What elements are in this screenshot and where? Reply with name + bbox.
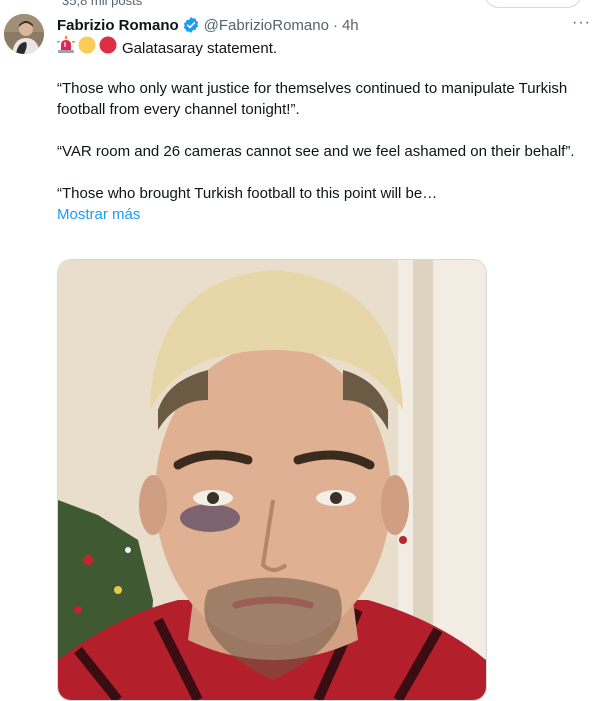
- ellipsis-icon[interactable]: ···: [572, 14, 591, 32]
- separator-dot: ·: [332, 16, 338, 34]
- follow-button[interactable]: [484, 0, 582, 8]
- red-circle-icon: [99, 36, 117, 60]
- tweet-header: Fabrizio Romano @FabrizioRomano · 4h: [57, 15, 359, 35]
- yellow-circle-icon: [78, 36, 96, 60]
- avatar[interactable]: [4, 14, 44, 54]
- timestamp[interactable]: 4h: [342, 17, 359, 34]
- posts-count: 35,8 mil posts: [62, 0, 143, 8]
- lead-line: Galatasaray statement.: [57, 36, 577, 60]
- paragraph: “Those who brought Turkish football to t…: [57, 185, 438, 202]
- author-name[interactable]: Fabrizio Romano: [57, 17, 179, 34]
- lead-text: Galatasaray statement.: [122, 39, 278, 57]
- rotating-light-icon: [57, 36, 75, 60]
- author-handle[interactable]: @FabrizioRomano: [204, 17, 329, 34]
- paragraph: “Those who only want justice for themsel…: [57, 80, 568, 118]
- tweet-photo[interactable]: [57, 259, 487, 701]
- paragraph: “VAR room and 26 cameras cannot see and …: [57, 143, 575, 160]
- verified-badge-icon: [182, 16, 200, 34]
- show-more-link[interactable]: Mostrar más: [57, 204, 577, 225]
- tweet-body: Galatasaray statement. “Those who only w…: [57, 36, 577, 225]
